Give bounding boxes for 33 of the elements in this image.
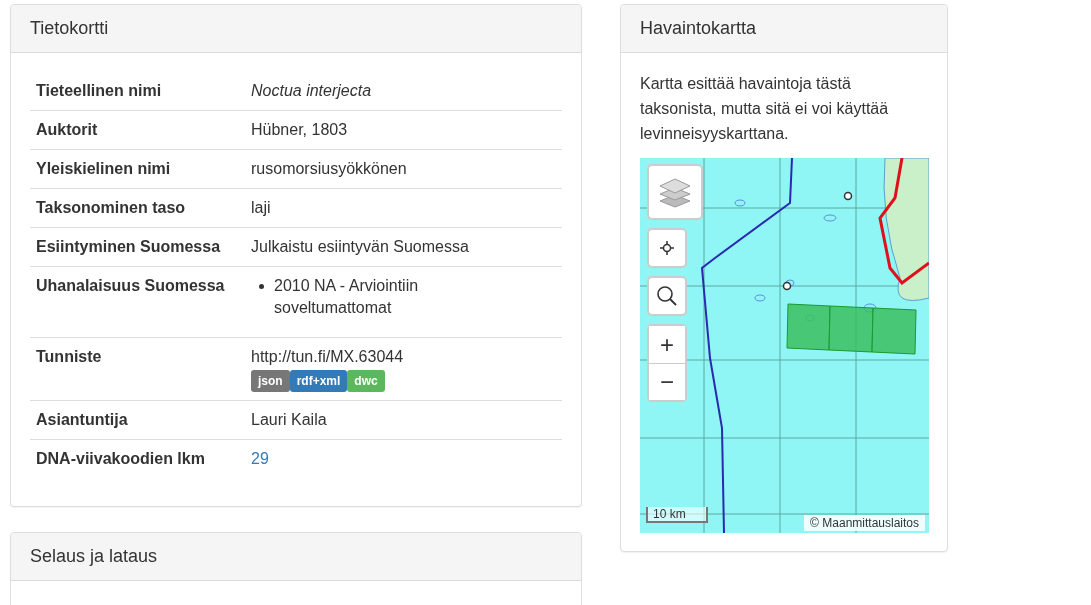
format-link[interactable]: rdf+xml (289, 370, 348, 392)
field-label: Auktorit (36, 121, 98, 138)
map-description: Kartta esittää havaintoja tästä taksonista, mutta sitä ei voi käyttää levinneisyyskarttana. (640, 74, 890, 144)
field-label: Yleiskielinen nimi (36, 160, 171, 177)
format-link[interactable]: dwc (347, 370, 385, 392)
map-scale: 10 km (646, 507, 708, 523)
zoom-out-button[interactable]: − (649, 363, 685, 400)
field-label: Uhanalaisuus Suomessa (36, 277, 225, 294)
map-attribution: © Maanmittauslaitos (804, 515, 925, 531)
field-value: laji (251, 199, 271, 216)
crosshair-icon (659, 240, 675, 256)
field-label: Asiantuntija (36, 411, 128, 428)
field-value: http://tun.fi/MX.63044 (251, 348, 404, 365)
panel-title: Selaus ja lataus (30, 546, 158, 567)
field-label: Tunniste (36, 348, 102, 365)
field-value: Hübner, 1803 (251, 121, 348, 138)
field-label: Taksonominen taso (36, 199, 186, 216)
bullet-icon (259, 284, 264, 289)
field-label: Tieteellinen nimi (36, 82, 162, 99)
count-link[interactable]: 29 (251, 450, 269, 467)
field-value: rusomorsiusyökkönen (251, 160, 407, 177)
list-item: 2010 NA - Arviointiin soveltumattomat (274, 276, 420, 318)
field-value: Noctua interjecta (251, 82, 372, 99)
field-value: Lauri Kaila (251, 411, 327, 428)
search-button[interactable] (647, 276, 687, 316)
field-label: DNA-viivakoodien lkm (36, 450, 205, 467)
field-value: Julkaistu esiintyvän Suomessa (251, 238, 469, 255)
format-link[interactable]: json (251, 370, 290, 392)
panel-title: Havaintokartta (640, 18, 757, 39)
locate-button[interactable] (647, 228, 687, 268)
panel-title: Tietokortti (30, 18, 109, 39)
field-label: Esiintyminen Suomessa (36, 238, 221, 255)
search-icon (656, 285, 678, 307)
